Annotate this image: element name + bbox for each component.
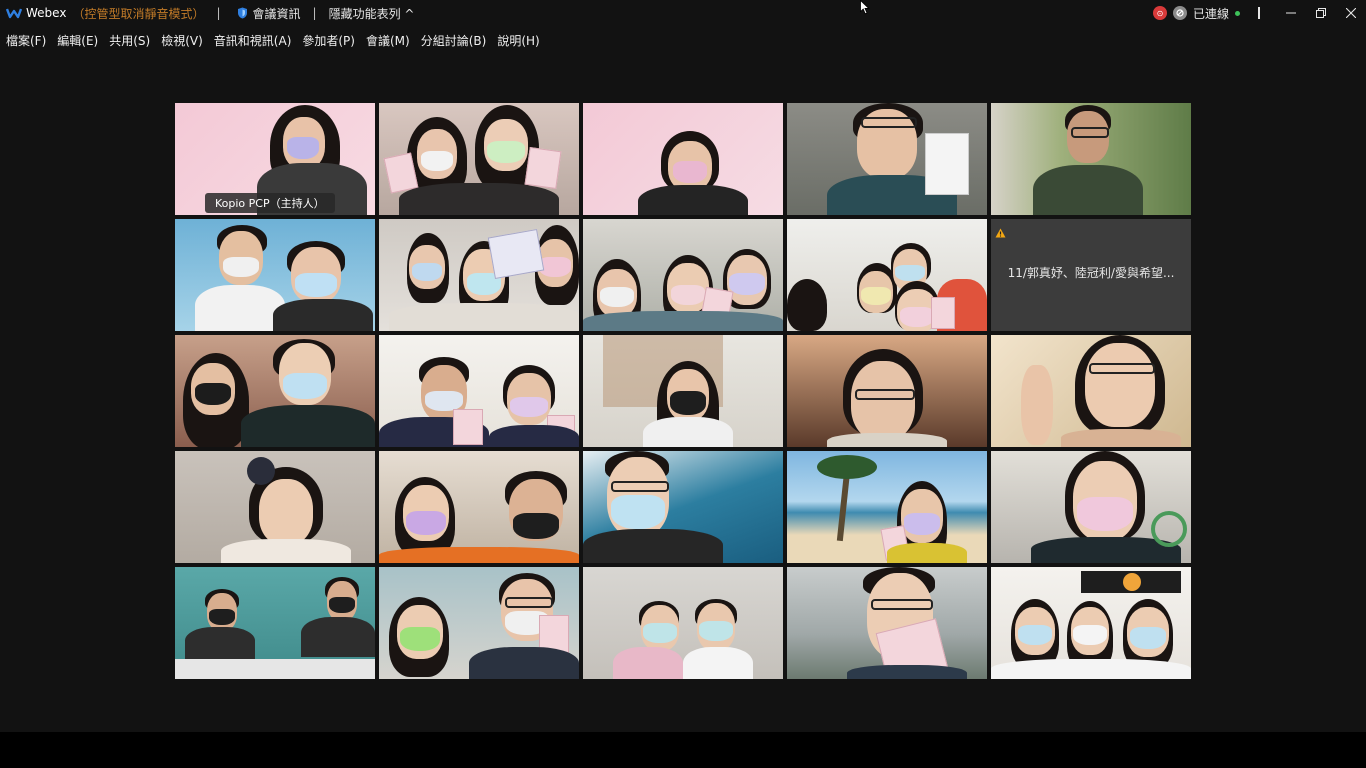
video-tile[interactable] [991,103,1191,215]
video-tile[interactable] [583,103,783,215]
meeting-info-label: 會議資訊 [252,6,301,21]
menu-edit[interactable]: 編輯(E) [57,32,98,49]
warning-icon [995,223,1006,242]
video-tile[interactable] [583,567,783,679]
video-tile[interactable] [583,219,783,331]
title-bar: Webex （控管型取消靜音模式） | 會議資訊 | 隱藏功能表列 ^ ⊙ 已連… [0,0,1366,26]
menu-bar: 檔案(F) 編輯(E) 共用(S) 檢視(V) 音訊和視訊(A) 參加者(P) … [0,28,1366,52]
video-tile[interactable] [583,335,783,447]
menu-meeting[interactable]: 會議(M) [366,32,410,49]
minimize-icon [1286,12,1296,14]
video-tile-no-video[interactable]: 11/郭真妤、陸冠利/愛與希望... [991,219,1191,331]
meeting-info-button[interactable]: 會議資訊 [237,5,301,22]
close-icon [1346,8,1356,18]
menu-share[interactable]: 共用(S) [109,32,150,49]
video-tile[interactable] [175,219,375,331]
video-tile[interactable] [787,335,987,447]
video-tile[interactable] [175,567,375,679]
connection-status: 已連線 [1192,6,1229,21]
menu-audio-video[interactable]: 音訊和視訊(A) [214,32,292,49]
lock-icon[interactable] [1172,6,1187,20]
video-tile[interactable] [991,567,1191,679]
meeting-controls-handle[interactable] [1258,7,1260,19]
video-tile[interactable] [379,567,579,679]
menu-view[interactable]: 檢視(V) [161,32,203,49]
video-tile[interactable] [787,451,987,563]
video-tile[interactable] [991,335,1191,447]
menu-help[interactable]: 說明(H) [497,32,539,49]
title-separator: | [216,6,221,20]
webex-meeting-window: Webex （控管型取消靜音模式） | 會議資訊 | 隱藏功能表列 ^ ⊙ 已連… [0,0,1366,768]
video-tile[interactable] [379,103,579,215]
video-tile[interactable] [787,567,987,679]
minimize-button[interactable] [1276,0,1306,26]
video-tile[interactable] [787,103,987,215]
video-tile-host[interactable]: Kopio PCP（主持人） [175,103,375,215]
video-tile[interactable] [787,219,987,331]
hide-menu-bar-button[interactable]: 隱藏功能表列 ^ [329,5,415,22]
video-grid: Kopio PCP（主持人） 11/郭真妤、陸冠利/愛與希望... [175,103,1192,679]
video-tile[interactable] [991,451,1191,563]
mouse-cursor-icon [860,0,870,15]
video-tile[interactable] [583,451,783,563]
mute-mode-indicator: （控管型取消靜音模式） [72,6,205,21]
video-tile[interactable] [175,335,375,447]
webex-logo-icon [6,6,22,20]
host-name-label: Kopio PCP（主持人） [205,193,335,213]
shield-icon [237,7,248,19]
restore-icon [1316,8,1326,18]
video-tile[interactable] [175,451,375,563]
video-tile[interactable] [379,219,579,331]
close-button[interactable] [1336,0,1366,26]
menu-participants[interactable]: 參加者(P) [302,32,355,49]
title-bar-right: ⊙ 已連線 [1152,0,1366,26]
participant-name: 11/郭真妤、陸冠利/愛與希望... [1007,266,1175,280]
recording-icon[interactable]: ⊙ [1152,6,1167,20]
menu-breakout[interactable]: 分組討論(B) [421,32,487,49]
connection-dot-icon [1235,10,1240,16]
video-tile[interactable] [379,335,579,447]
video-tile[interactable] [379,451,579,563]
title-separator-2: | [312,6,317,20]
app-name: Webex [26,6,67,20]
menu-file[interactable]: 檔案(F) [6,32,46,49]
bottom-edge [0,732,1366,768]
restore-button[interactable] [1306,0,1336,26]
